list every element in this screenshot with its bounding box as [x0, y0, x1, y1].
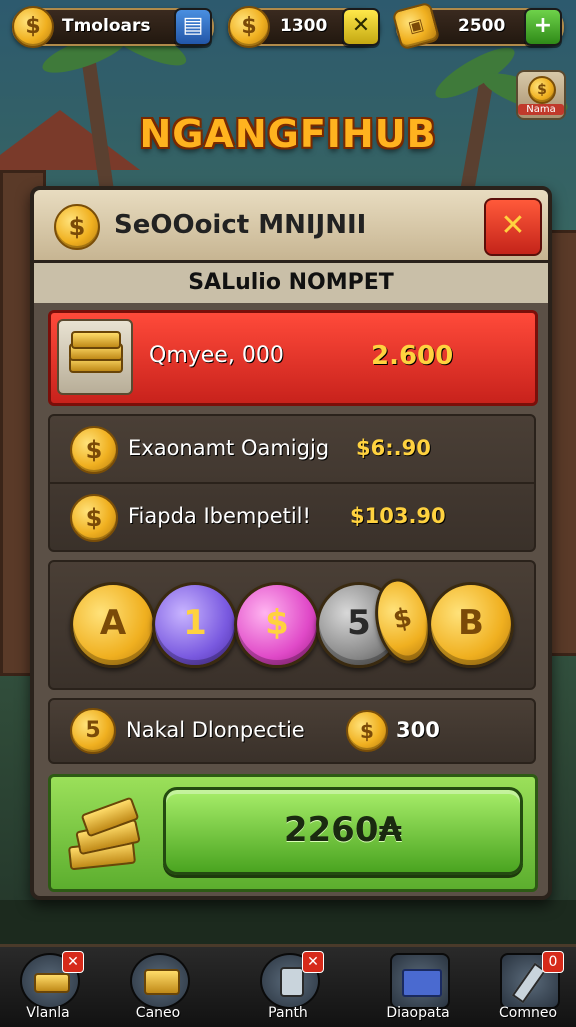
dollar-coin-icon: $ [12, 6, 54, 48]
dollar-coin-icon: $ [70, 494, 118, 542]
resource-3-value: 2500 [458, 16, 506, 36]
nav-label: Comneo [498, 1005, 558, 1021]
close-icon: ✕ [302, 951, 324, 973]
list-item[interactable]: $ Exaonamt Oamigjg $6:.90 [50, 416, 534, 484]
resource-counter-1: $ Tmoloars ▤ [12, 6, 214, 48]
gold-stack-icon [57, 319, 133, 395]
bonus-label: Nakal Dlonpectie [126, 718, 305, 742]
panel-title: SeOOoict MNIJNII [114, 210, 367, 240]
five-coin-icon: 5 [70, 708, 116, 754]
dollar-coin-icon: $ [70, 426, 118, 474]
featured-offer-value: 2.600 [371, 341, 454, 371]
gold-bars-icon [65, 791, 149, 875]
list-item[interactable]: $ Fiapda Ibempetil! $103.90 [50, 484, 534, 550]
treasure-chest-icon [130, 953, 190, 1009]
nav-label: Diaopata [386, 1005, 450, 1021]
plus-icon[interactable]: + [524, 8, 562, 46]
dollar-coin-icon: $ [54, 204, 100, 250]
nav-item-comneo[interactable]: 0 Comneo [488, 951, 568, 1023]
notification-badge: 0 [542, 951, 564, 973]
nav-label: Vlanla [26, 1005, 70, 1021]
nav-item-caneo[interactable]: Caneo [118, 951, 198, 1023]
game-title: NGANGFIHUB [139, 112, 437, 156]
resource-counter-2: $ 1300 ✕ [228, 6, 380, 48]
gold-coin-a[interactable]: A [70, 582, 156, 668]
panel-header: $ SeOOoict MNIJNII ✕ [34, 190, 548, 263]
claim-row: 2260₳ [48, 774, 538, 892]
resource-2-value: 1300 [280, 16, 328, 36]
top-resource-bar: $ Tmoloars ▤ $ 1300 ✕ ▣ 2500 + [0, 0, 576, 52]
resource-1-label: Tmoloars [62, 16, 151, 36]
close-icon: ✕ [62, 951, 84, 973]
claim-button[interactable]: 2260₳ [163, 787, 523, 875]
nav-label: Caneo [135, 1005, 181, 1021]
offer-price: $103.90 [350, 504, 446, 528]
pink-coin[interactable]: $ [234, 582, 320, 668]
close-icon: ✕ [500, 208, 526, 243]
purple-coin[interactable]: 1 [152, 582, 238, 668]
dollar-coin-icon: $ [228, 6, 270, 48]
offer-list: $ Exaonamt Oamigjg $6:.90 $ Fiapda Ibemp… [48, 414, 536, 552]
coin-icon: $ [346, 710, 388, 752]
nav-item-vlanla[interactable]: ✕ Vlanla [8, 951, 88, 1023]
cash-stack-icon [390, 953, 450, 1009]
bottom-nav: ✕ Vlanla Caneo ✕ Panth Diaopata 0 Comneo [0, 944, 576, 1027]
coin-selection-row: A 1 $ 5 $ B [48, 560, 536, 690]
x-icon[interactable]: ✕ [342, 8, 380, 46]
nav-item-panth[interactable]: ✕ Panth [248, 951, 328, 1023]
menu-icon[interactable]: ▤ [174, 8, 212, 46]
coin-sack-icon: ▣ [391, 1, 441, 51]
coin-icon: $ [528, 76, 556, 104]
offer-price: $6:.90 [356, 436, 431, 460]
close-button[interactable]: ✕ [484, 198, 542, 256]
nav-label: Panth [268, 1005, 308, 1021]
gold-coin-b[interactable]: B [428, 582, 514, 668]
ground [0, 900, 576, 944]
offer-label: Exaonamt Oamigjg [128, 436, 330, 460]
featured-offer-label: Qmyee, 000 [149, 343, 284, 368]
panel-subtitle: SALulio NOMPET [34, 263, 548, 303]
offer-label: Fiapda Ibempetil! [128, 504, 311, 528]
bonus-row[interactable]: 5 Nakal Dlonpectie $ 300 [48, 698, 536, 764]
featured-offer-row[interactable]: Qmyee, 000 2.600 [48, 310, 538, 406]
nav-item-diaopata[interactable]: Diaopata [378, 951, 458, 1023]
bonus-value: 300 [396, 718, 440, 742]
shop-panel: $ SeOOoict MNIJNII ✕ SALulio NOMPET Qmye… [30, 186, 552, 900]
resource-counter-3: ▣ 2500 + [391, 1, 564, 51]
